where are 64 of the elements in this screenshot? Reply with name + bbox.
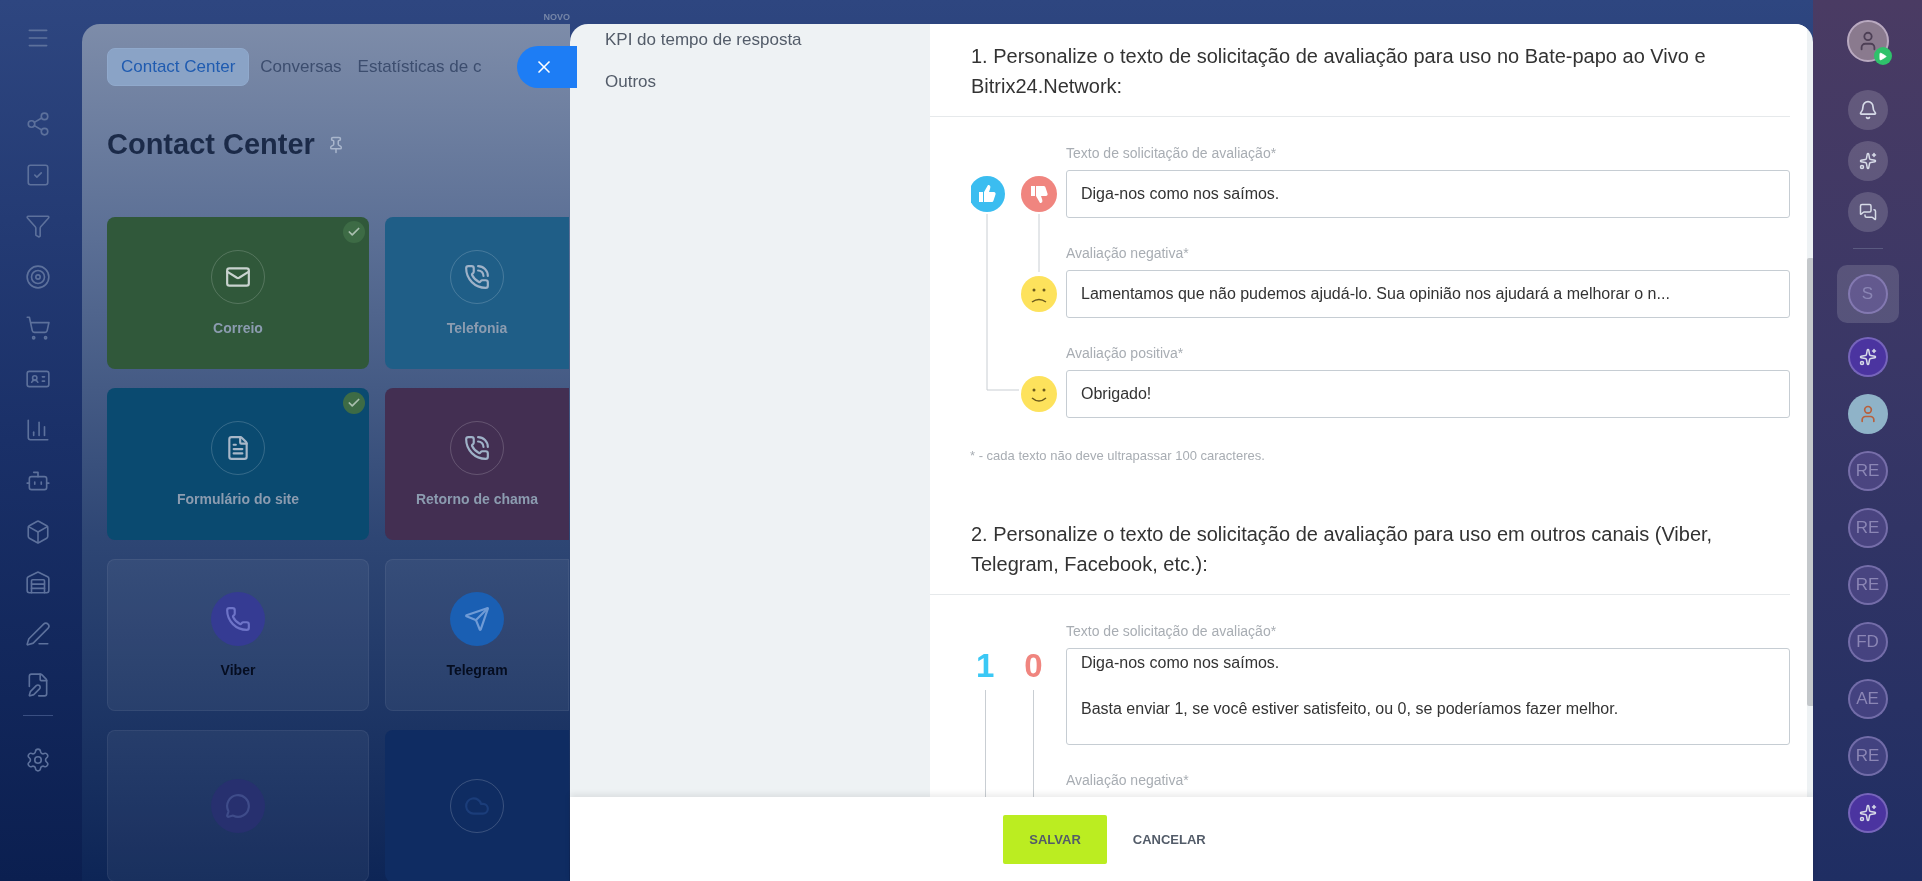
field-label: Texto de solicitação de avaliação* [1066,144,1278,163]
bell-icon[interactable] [1847,90,1888,130]
scrollbar[interactable] [1807,258,1813,706]
pen-icon[interactable] [23,620,52,648]
sparkle-ring-icon[interactable] [1847,141,1888,181]
tile-label: Retorno de chama [415,491,539,507]
user-avatar[interactable] [1846,20,1889,62]
nav-link[interactable]: KPI do tempo de resposta [605,30,930,50]
save-button[interactable]: SALVAR [1003,814,1107,864]
tab[interactable]: Estatísticas de c [352,48,487,86]
tile-label: Viber [220,662,256,678]
field-label: Avaliação negativa* [1066,244,1190,263]
text-field[interactable]: Diga-nos como nos saímos. [1066,170,1790,218]
field-label: Avaliação positiva* [1066,344,1185,363]
sad-face-icon [1021,276,1057,312]
channel-tile[interactable]: Telegram [385,559,569,711]
tile-label: Formulário do site [176,491,300,507]
channel-tile[interactable] [107,730,369,881]
smile-icon [1021,376,1057,412]
section-title: 2. Personalize o texto de solicitação de avaliação para uso em outros canais (Viber, Telegram, Facebook, etc.): [971,522,1714,577]
tab[interactable]: Conversas [255,48,347,86]
sparkle-avatar-icon[interactable] [1847,793,1888,833]
channel-tile[interactable]: Correio [107,217,369,369]
chat-icon[interactable] [1847,192,1888,232]
chat-avatar[interactable]: RE [1847,451,1888,491]
new-label: NOVO [543,12,570,22]
rating-digit: 1 [976,648,995,684]
chat-avatar[interactable]: AE [1847,679,1888,719]
paper-plane-icon [450,592,504,646]
cancel-button[interactable]: CANCELAR [1128,814,1210,864]
section-title: 1. Personalize o texto de solicitação de avaliação para uso no Bate-papo ao Vivo e Bitrix24.Network: [971,44,1707,99]
channel-tile[interactable]: Retorno de chama [385,388,569,540]
target-icon[interactable] [23,263,52,291]
tile-label: Telefonia [446,320,508,336]
phone-icon [211,592,265,646]
field-note: * - cada texto não deve ultrapassar 100 caracteres. [970,448,1266,463]
chat-avatar[interactable]: RE [1847,565,1888,605]
channel-tile[interactable]: Viber [107,559,369,711]
play-icon [1878,51,1887,61]
channel-tile[interactable]: Telefonia [385,217,569,369]
tab[interactable]: Contact Center [107,48,250,86]
thumbs-up-icon [971,176,1005,212]
text-area[interactable]: Diga-nos como nos saímos. Basta enviar 1, se você estiver satisfeito, ou 0, se poderíamos fazer melhor. [1066,648,1790,745]
tile-label: Correio [213,320,263,336]
chat-avatar[interactable]: FD [1847,622,1888,662]
chat-avatar[interactable]: RE [1847,736,1888,776]
channel-tile[interactable]: Formulário do site [107,388,369,540]
field-label: Avaliação negativa* [1066,771,1190,790]
close-button[interactable] [517,46,577,88]
field-label: Texto de solicitação de avaliação* [1066,622,1278,641]
warehouse-icon[interactable] [23,569,52,597]
text-field[interactable]: Lamentamos que não pudemos ajudá-lo. Sua opinião nos ajudará a melhorar o n... [1066,270,1790,318]
sparkle-avatar-icon[interactable] [1847,337,1888,377]
funnel-icon[interactable] [23,212,52,240]
cart-icon[interactable] [23,314,52,342]
avatar-placeholder[interactable] [1847,394,1888,434]
rating-digit: 0 [1024,648,1043,684]
text-field[interactable]: Obrigado! [1066,370,1790,418]
chat-avatar[interactable]: RE [1847,508,1888,548]
page-title: Contact Center [107,128,315,161]
tile-label: Telegram [446,662,508,678]
nav-link[interactable]: Outros [605,72,930,92]
thumbs-down-icon [1021,176,1057,212]
channel-tile[interactable] [385,730,569,881]
